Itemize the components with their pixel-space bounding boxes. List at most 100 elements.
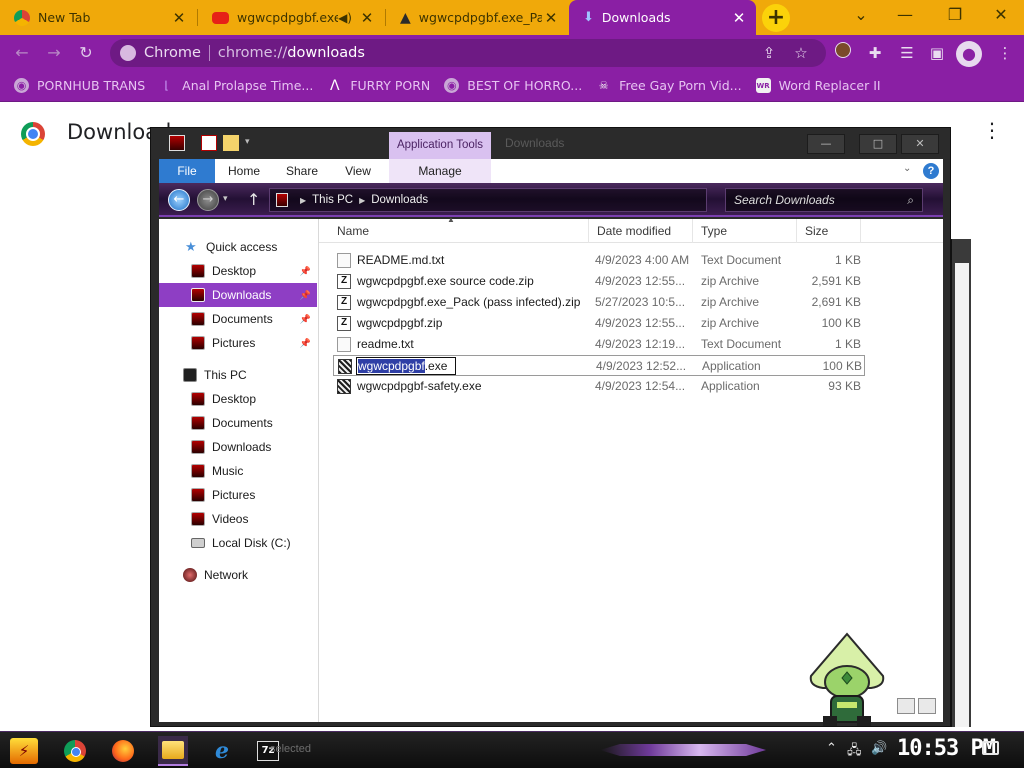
extensions-puzzle-icon[interactable]: ✚ [864, 42, 886, 64]
nav-pc-downloads[interactable]: Downloads [159, 435, 317, 459]
bookmark-star-icon[interactable]: ☆ [790, 42, 812, 64]
side-panel-icon[interactable]: ▣ [926, 42, 948, 64]
nav-pc-videos[interactable]: Videos [159, 507, 317, 531]
up-arrow-icon[interactable]: ↑ [247, 190, 260, 209]
close-icon[interactable]: ✕ [358, 9, 376, 27]
tab-downloads[interactable]: ⬇ Downloads ✕ [569, 0, 756, 35]
nav-quick-pictures[interactable]: Pictures 📌 [159, 331, 317, 355]
taskbar-firefox[interactable] [108, 736, 138, 766]
column-size[interactable]: Size [797, 219, 861, 243]
close-icon[interactable]: ✕ [730, 9, 748, 27]
forward-icon[interactable]: → [197, 189, 219, 211]
minimize-icon[interactable]: — [890, 5, 920, 24]
breadcrumb-item[interactable]: Downloads [371, 194, 428, 206]
taskbar-internet-explorer[interactable]: e [207, 736, 237, 766]
nav-pc-desktop[interactable]: Desktop [159, 387, 317, 411]
tab-youtube[interactable]: wgwcpdpgbf.exe ◀) ✕ [198, 0, 384, 35]
new-tab-button[interactable]: + [762, 4, 790, 32]
file-row[interactable]: readme.txt 4/9/2023 12:19... Text Docume… [333, 334, 865, 355]
forward-icon[interactable]: → [42, 41, 66, 65]
file-row[interactable]: wgwcpdpgbf.zip 4/9/2023 12:55... zip Arc… [333, 313, 865, 334]
file-row-selected[interactable]: wgwcpdpgbf.exe 4/9/2023 12:52... Applica… [333, 355, 865, 376]
column-name[interactable]: Name [329, 219, 589, 243]
bookmark-label: Free Gay Porn Vid... [619, 78, 742, 93]
nav-quick-documents[interactable]: Documents 📌 [159, 307, 317, 331]
pin-icon[interactable]: 📌 [300, 290, 311, 301]
bookmark-item[interactable]: ⌊ Anal Prolapse Time... [159, 78, 314, 93]
minimize-icon[interactable]: — [807, 134, 845, 154]
nav-this-pc[interactable]: This PC [159, 363, 317, 387]
nav-quick-access[interactable]: ★ Quick access [159, 235, 317, 259]
tab-home[interactable]: Home [221, 159, 267, 183]
tab-new-tab[interactable]: New Tab ✕ [0, 0, 196, 35]
bookmark-item[interactable]: WR Word Replacer II [755, 78, 881, 93]
back-icon[interactable]: ← [10, 41, 34, 65]
close-icon[interactable]: ✕ [170, 9, 188, 27]
nav-pc-music[interactable]: Music [159, 459, 317, 483]
details-view-icon[interactable] [897, 698, 915, 714]
search-input[interactable]: Search Downloads ⌕ [725, 188, 923, 212]
column-date-modified[interactable]: Date modified [589, 219, 693, 243]
nav-pc-local-disk[interactable]: Local Disk (C:) [159, 531, 317, 555]
close-icon[interactable]: ✕ [542, 9, 560, 27]
extension-avatar-icon[interactable] [832, 42, 854, 64]
nav-pc-pictures[interactable]: Pictures [159, 483, 317, 507]
search-icon: ⌕ [907, 193, 914, 207]
rename-input[interactable]: wgwcpdpgbf.exe [356, 357, 456, 375]
media-control-icon[interactable]: ☰ [896, 42, 918, 64]
nav-quick-downloads[interactable]: Downloads 📌 [159, 283, 317, 307]
pin-icon[interactable]: 📌 [300, 338, 311, 349]
bookmark-item[interactable]: ◉ PORNHUB TRANS [14, 78, 145, 93]
bookmark-item[interactable]: ◉ BEST OF HORRO... [444, 78, 582, 93]
expand-ribbon-icon[interactable]: ⌄ [903, 163, 911, 174]
file-row[interactable]: README.md.txt 4/9/2023 4:00 AM Text Docu… [333, 250, 865, 271]
maximize-icon[interactable]: □ [859, 134, 897, 154]
bookmark-item[interactable]: Λ FURRY PORN [327, 78, 430, 94]
back-icon[interactable]: ← [168, 189, 190, 211]
tab-view[interactable]: View [335, 159, 381, 183]
window-app-icon[interactable] [169, 135, 185, 151]
file-row[interactable]: wgwcpdpgbf.exe_Pack (pass infected).zip … [333, 292, 865, 313]
breadcrumb[interactable]: ▶ This PC ▶ Downloads [269, 188, 707, 212]
reload-icon[interactable]: ↻ [74, 41, 98, 65]
file-row[interactable]: wgwcpdpgbf-safety.exe 4/9/2023 12:54... … [333, 376, 865, 397]
tab-pack[interactable]: ▲ wgwcpdpgbf.exe_Pack ✕ [386, 0, 568, 35]
column-type[interactable]: Type [693, 219, 797, 243]
new-folder-icon[interactable] [223, 135, 239, 151]
menu-kebab-icon[interactable]: ⋮ [994, 42, 1016, 64]
qat-dropdown-icon[interactable]: ▾ [245, 137, 250, 147]
close-window-icon[interactable]: ✕ [986, 5, 1016, 24]
close-icon[interactable]: ✕ [901, 134, 939, 154]
start-icon[interactable]: ⚡ [10, 738, 38, 764]
recent-locations-icon[interactable]: ▾ [223, 194, 228, 204]
tab-search-icon[interactable]: ⌄ [846, 5, 876, 24]
nav-pc-documents[interactable]: Documents [159, 411, 317, 435]
breadcrumb-item[interactable]: This PC [312, 194, 353, 206]
notification-icon[interactable] [982, 741, 999, 755]
taskbar-chrome[interactable] [60, 736, 90, 766]
help-icon[interactable]: ? [923, 163, 939, 179]
nav-quick-desktop[interactable]: Desktop 📌 [159, 259, 317, 283]
show-hidden-icons-icon[interactable]: ⌃ [826, 741, 837, 756]
file-row[interactable]: wgwcpdpgbf.exe source code.zip 4/9/2023 … [333, 271, 865, 292]
tab-share[interactable]: Share [279, 159, 325, 183]
tab-manage[interactable]: Manage [389, 159, 491, 183]
network-icon[interactable]: 🖧 [847, 741, 862, 763]
pin-icon[interactable]: 📌 [300, 314, 311, 325]
bookmark-item[interactable]: ☠ Free Gay Porn Vid... [596, 78, 742, 93]
clock[interactable]: 10:53 PM [897, 736, 996, 761]
share-icon[interactable]: ⇪ [758, 42, 780, 64]
profile-avatar-icon[interactable]: ● [956, 41, 982, 67]
more-options-icon[interactable]: ⋮ [982, 120, 1002, 140]
address-bar[interactable]: Chrome chrome:// downloads [110, 39, 826, 67]
properties-icon[interactable] [201, 135, 217, 151]
tab-file[interactable]: File [159, 159, 215, 183]
taskbar-file-explorer[interactable] [158, 736, 188, 766]
large-icons-view-icon[interactable] [918, 698, 936, 714]
restore-icon[interactable]: ❐ [940, 5, 970, 24]
pin-icon[interactable]: 📌 [300, 266, 311, 277]
volume-icon[interactable]: 🔊 [871, 741, 887, 756]
bookmark-label: Anal Prolapse Time... [182, 78, 314, 93]
speaker-icon[interactable]: ◀) [338, 11, 352, 25]
nav-network[interactable]: Network [159, 563, 317, 587]
